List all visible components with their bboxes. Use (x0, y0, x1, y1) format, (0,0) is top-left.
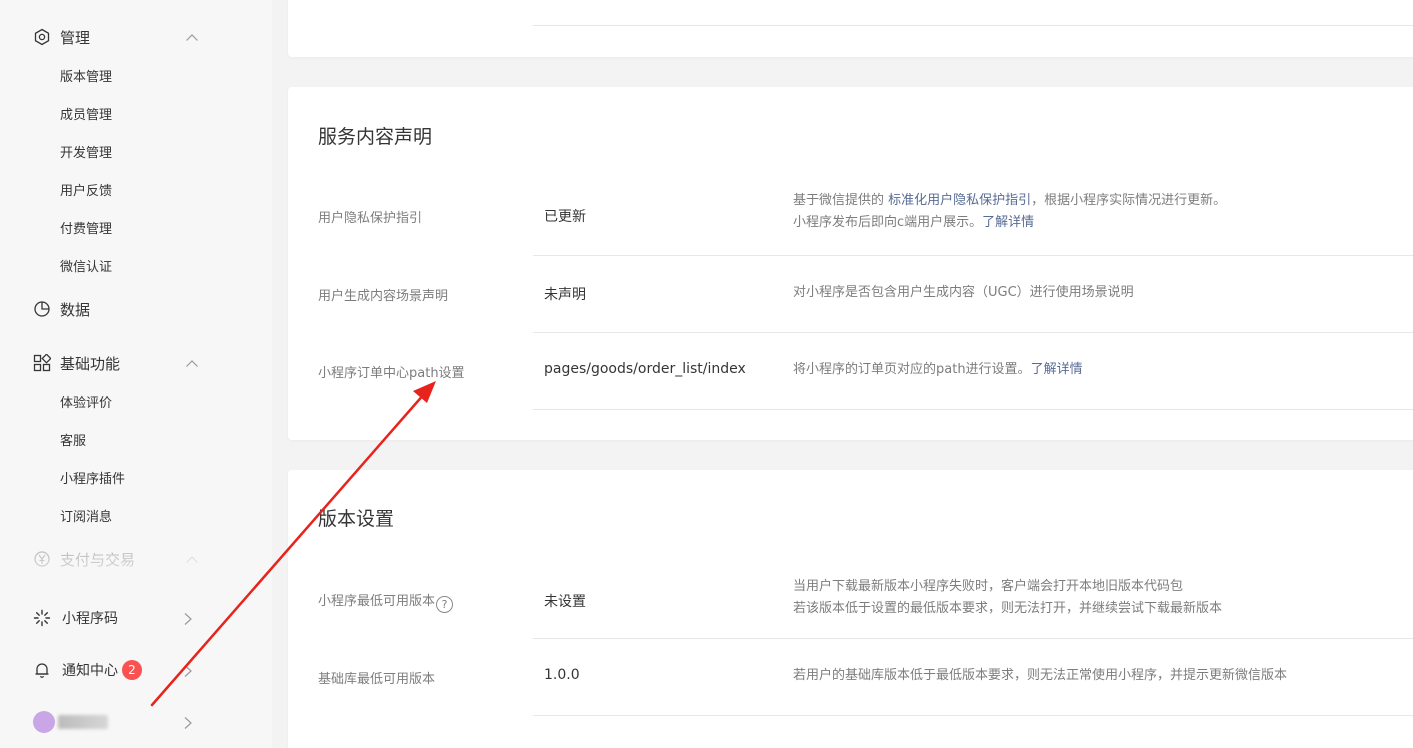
previous-settings-card (288, 0, 1413, 57)
nav-group-data[interactable]: 数据 (0, 289, 272, 329)
version-settings-title: 版本设置 (318, 508, 395, 530)
min-miniprogram-version-label: 小程序最低可用版本? (318, 590, 454, 613)
privacy-guide-desc-suffix: ，根据小程序实际情况进行更新。 (1031, 193, 1227, 208)
row-divider (533, 715, 1413, 716)
min-miniprogram-version-value: 未设置 (544, 594, 586, 610)
learn-more-link[interactable]: 了解详情 (1031, 362, 1083, 377)
sidebar: 管理 版本管理 成员管理 开发管理 用户反馈 付费管理 微信认证 数据 基础功能… (0, 0, 272, 748)
chevron-up-icon[interactable] (185, 356, 199, 370)
chevron-right-icon (182, 715, 194, 729)
ugc-declaration-desc: 对小程序是否包含用户生成内容（UGC）进行使用场景说明 (793, 285, 1134, 300)
nav-group-data-label: 数据 (60, 300, 91, 319)
privacy-guide-desc: 基于微信提供的 标准化用户隐私保护指引，根据小程序实际情况进行更新。 小程序发布… (793, 190, 1226, 234)
qrcode-menu-item[interactable]: 小程序码 (0, 598, 272, 638)
nav-group-basic-functions-label: 基础功能 (60, 354, 121, 373)
notification-count-badge: 2 (122, 660, 142, 680)
chevron-up-icon[interactable] (185, 552, 199, 566)
qrcode-icon (33, 609, 51, 627)
chevron-right-icon (182, 611, 194, 625)
qrcode-label: 小程序码 (62, 611, 118, 627)
notification-center-item[interactable]: 通知中心 2 (0, 650, 272, 690)
yen-icon (33, 550, 51, 568)
nav-group-payment-label: 支付与交易 (60, 550, 136, 569)
ugc-declaration-row: 用户生成内容场景声明 未声明 对小程序是否包含用户生成内容（UGC）进行使用场景… (288, 256, 1413, 332)
help-icon[interactable]: ? (436, 596, 454, 613)
sidebar-item-dev-manage[interactable]: 开发管理 (60, 144, 112, 164)
nav-group-payment[interactable]: 支付与交易 (0, 539, 272, 579)
min-base-library-label: 基础库最低可用版本 (318, 672, 436, 687)
sidebar-item-subscribe-message[interactable]: 订阅消息 (60, 508, 112, 528)
privacy-guide-desc-line2: 小程序发布后即向c端用户展示。 (793, 215, 983, 230)
min-miniprogram-version-desc-line2: 若该版本低于设置的最低版本要求，则无法打开，并继续尝试下载最新版本 (793, 601, 1223, 616)
sidebar-item-member-manage[interactable]: 成员管理 (60, 106, 112, 126)
sidebar-item-version-manage[interactable]: 版本管理 (60, 68, 112, 88)
notification-center-label: 通知中心 (62, 663, 118, 679)
row-divider (533, 25, 1413, 26)
order-center-path-label: 小程序订单中心path设置 (318, 366, 465, 381)
privacy-guide-row: 用户隐私保护指引 已更新 基于微信提供的 标准化用户隐私保护指引，根据小程序实际… (288, 182, 1413, 255)
order-center-path-row: 小程序订单中心path设置 pages/goods/order_list/ind… (288, 333, 1413, 409)
nav-group-manage[interactable]: 管理 (0, 17, 272, 57)
order-center-path-value: pages/goods/order_list/index (544, 361, 746, 377)
bell-icon (33, 661, 51, 679)
version-settings-card: 版本设置 小程序最低可用版本? 未设置 当用户下载最新版本小程序失败时，客户端会… (288, 470, 1413, 748)
min-miniprogram-version-desc: 当用户下载最新版本小程序失败时，客户端会打开本地旧版本代码包 若该版本低于设置的… (793, 576, 1222, 620)
chevron-right-icon (182, 663, 194, 677)
ugc-declaration-value: 未声明 (544, 287, 586, 303)
ugc-declaration-label: 用户生成内容场景声明 (318, 289, 449, 304)
sidebar-item-customer-service[interactable]: 客服 (60, 432, 86, 452)
sidebar-item-miniprogram-plugin[interactable]: 小程序插件 (60, 470, 125, 490)
chevron-up-icon[interactable] (185, 30, 199, 44)
min-base-library-desc: 若用户的基础库版本低于最低版本要求，则无法正常使用小程序，并提示更新微信版本 (793, 668, 1288, 683)
avatar[interactable] (33, 711, 55, 733)
min-base-library-value: 1.0.0 (544, 667, 580, 683)
settings-icon (33, 28, 51, 46)
privacy-guide-value: 已更新 (544, 209, 586, 225)
min-miniprogram-version-desc-line1: 当用户下载最新版本小程序失败时，客户端会打开本地旧版本代码包 (793, 579, 1184, 594)
nav-group-manage-label: 管理 (60, 28, 91, 47)
order-center-path-desc-text: 将小程序的订单页对应的path进行设置。 (793, 362, 1031, 377)
learn-more-link[interactable]: 了解详情 (982, 215, 1034, 230)
sidebar-item-user-feedback[interactable]: 用户反馈 (60, 182, 112, 202)
service-declaration-title: 服务内容声明 (318, 126, 433, 148)
sidebar-item-experience-rating[interactable]: 体验评价 (60, 394, 112, 414)
standard-privacy-guide-link[interactable]: 标准化用户隐私保护指引 (888, 193, 1031, 208)
service-declaration-card: 服务内容声明 用户隐私保护指引 已更新 基于微信提供的 标准化用户隐私保护指引，… (288, 87, 1413, 440)
min-miniprogram-version-label-text: 小程序最低可用版本 (318, 594, 436, 609)
sidebar-item-wechat-verify[interactable]: 微信认证 (60, 258, 112, 278)
row-divider (533, 409, 1413, 410)
privacy-guide-label: 用户隐私保护指引 (318, 211, 423, 226)
min-base-library-row: 基础库最低可用版本 1.0.0 若用户的基础库版本低于最低版本要求，则无法正常使… (288, 639, 1413, 715)
order-center-path-desc: 将小程序的订单页对应的path进行设置。了解详情 (793, 359, 1083, 381)
grid-icon (33, 354, 51, 372)
nav-group-basic-functions[interactable]: 基础功能 (0, 343, 272, 383)
sidebar-item-payment-manage[interactable]: 付费管理 (60, 220, 112, 240)
min-miniprogram-version-row: 小程序最低可用版本? 未设置 当用户下载最新版本小程序失败时，客户端会打开本地旧… (288, 565, 1413, 638)
privacy-guide-desc-text: 基于微信提供的 (793, 193, 889, 208)
account-name-blurred (58, 715, 108, 729)
pie-chart-icon (33, 300, 51, 318)
